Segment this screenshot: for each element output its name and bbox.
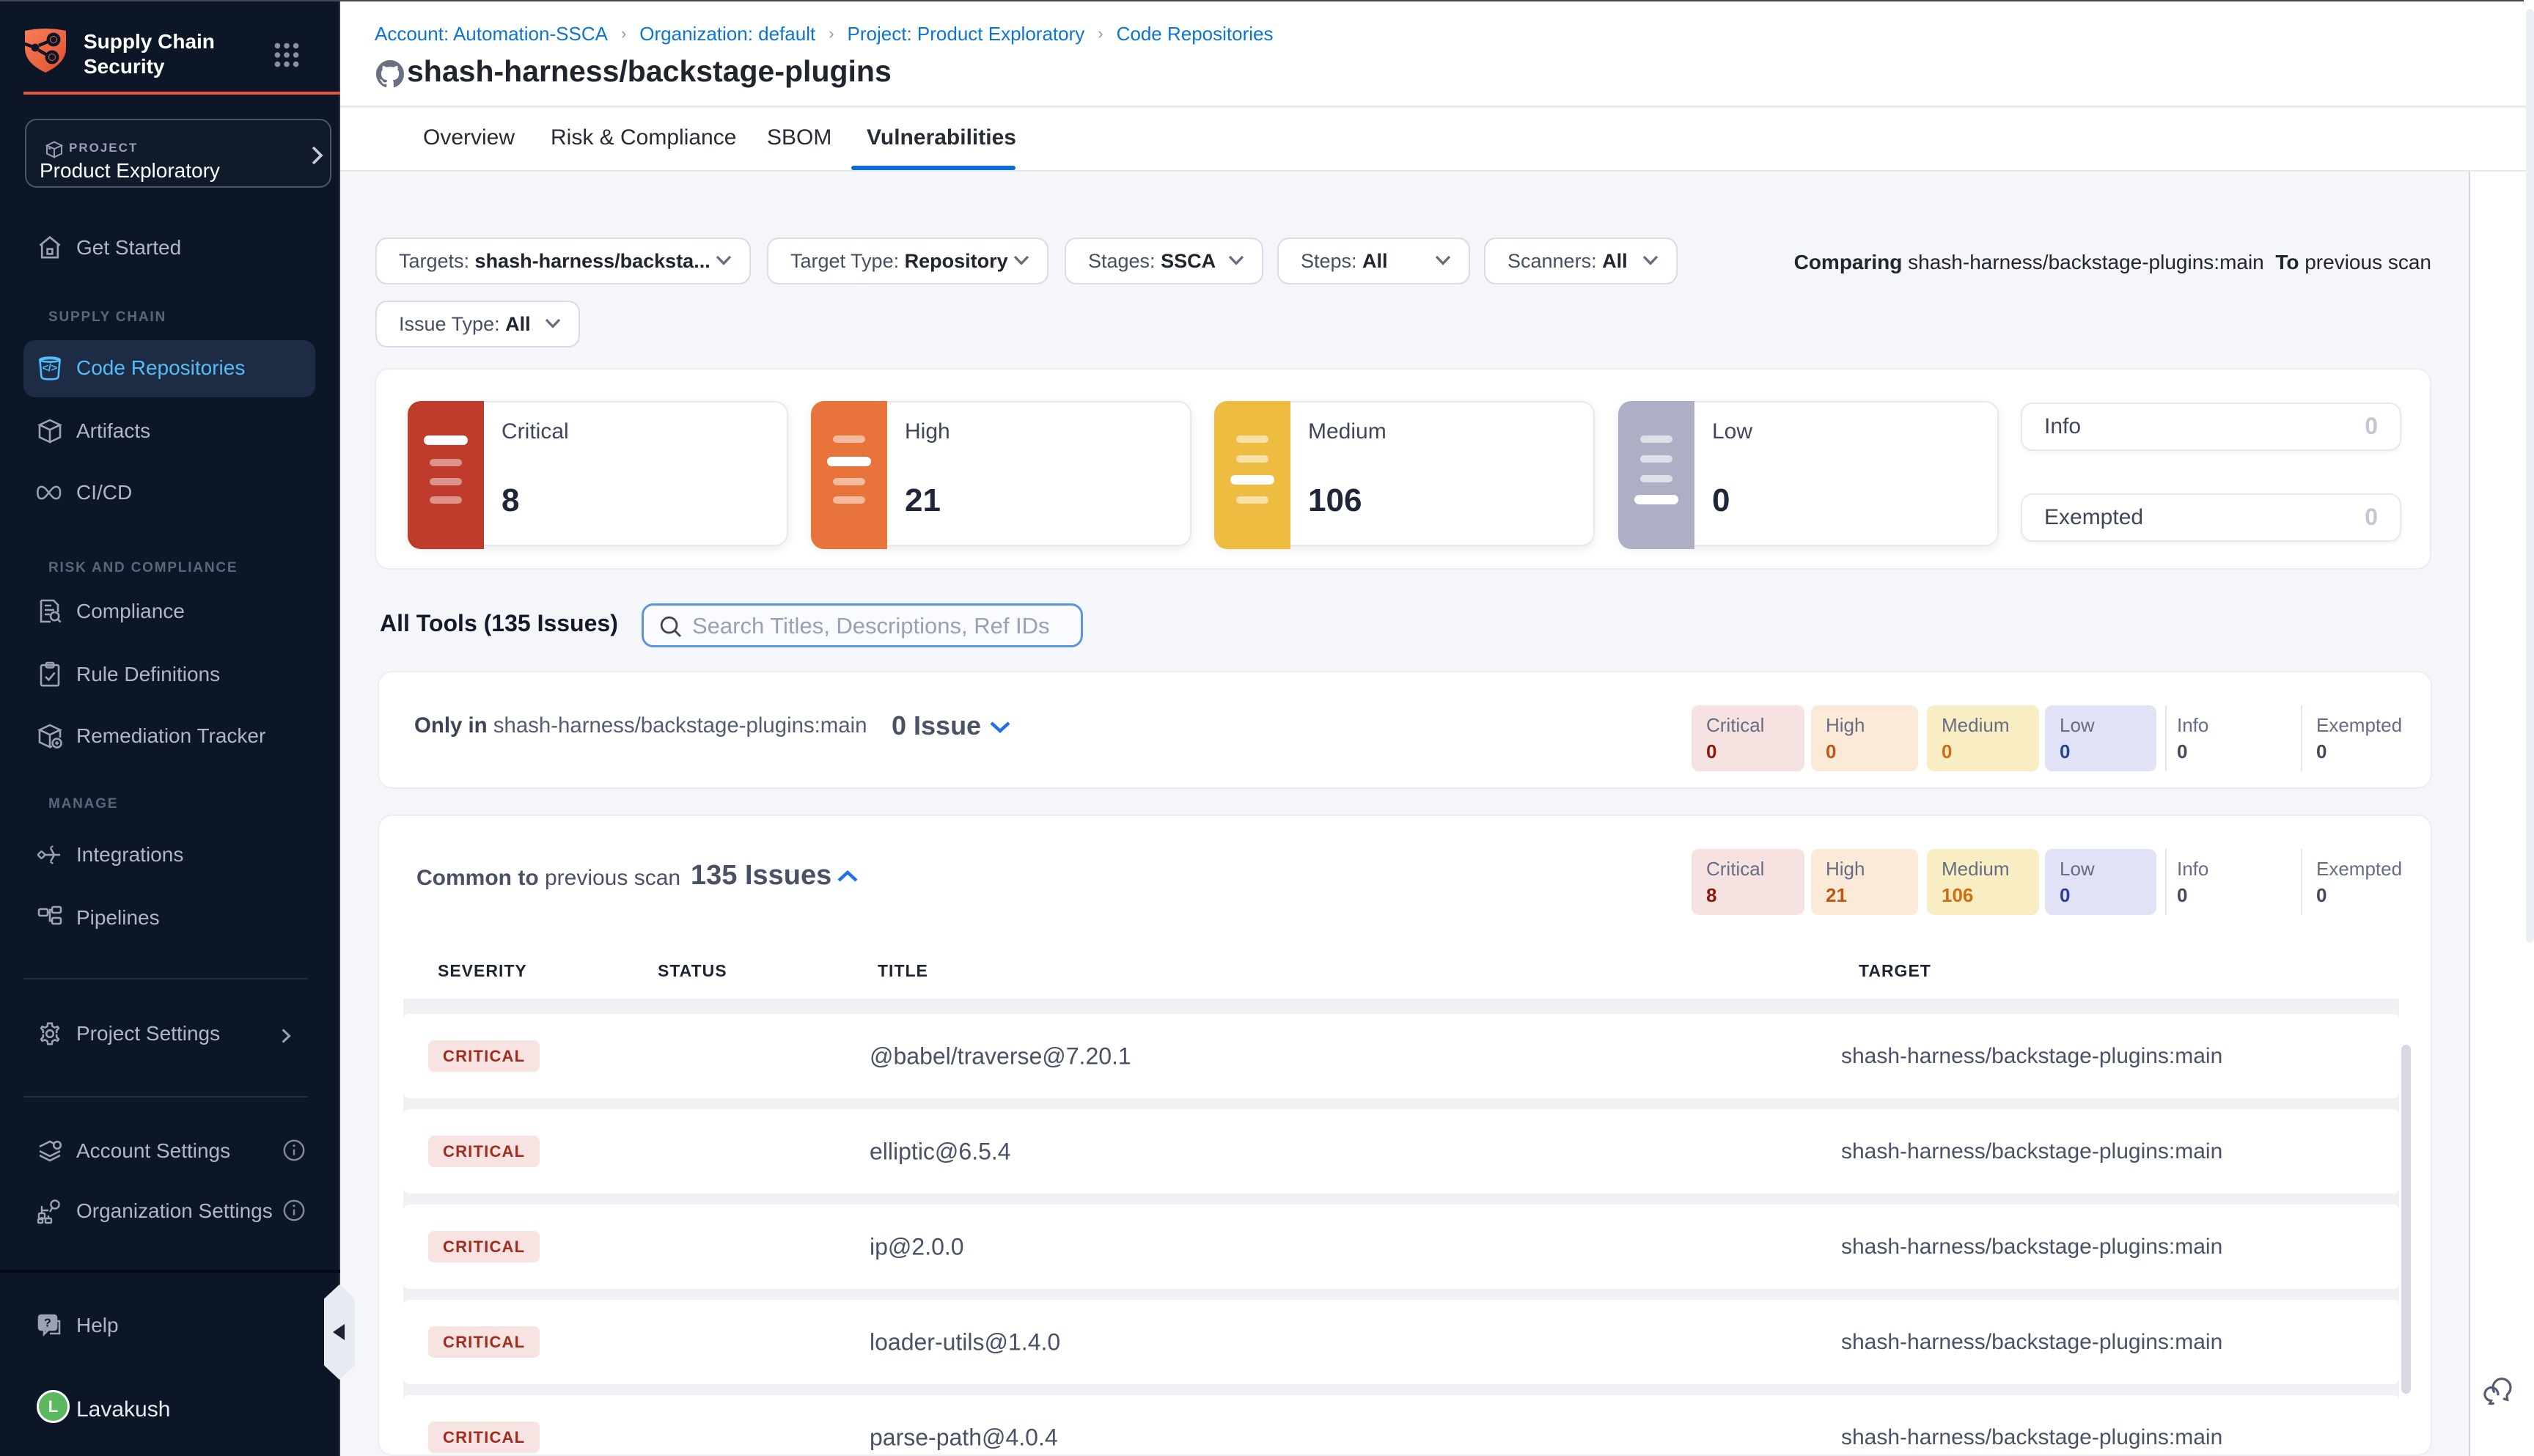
svg-text:?: ? xyxy=(44,1317,51,1330)
